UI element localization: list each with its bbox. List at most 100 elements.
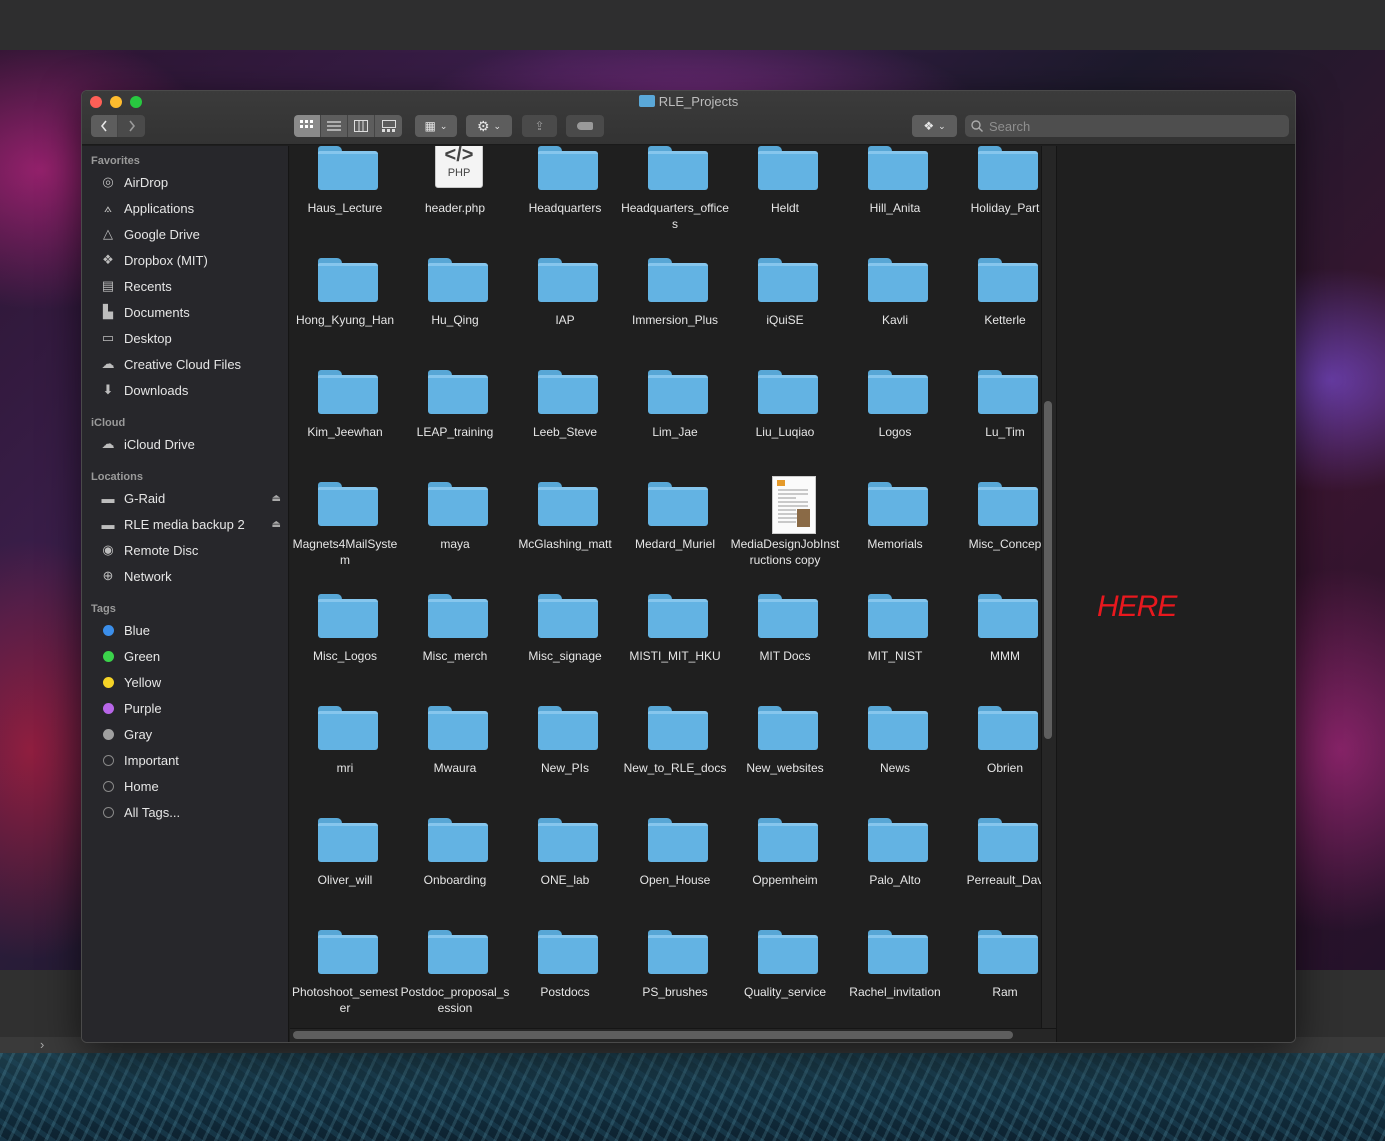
sidebar-item-downloads[interactable]: ⬇ Downloads — [82, 378, 289, 402]
share-button[interactable]: ⇪ — [522, 115, 557, 137]
group-by-button[interactable]: ▦ ⌄ — [415, 115, 457, 137]
file-item[interactable]: Heldt — [730, 146, 840, 254]
file-item[interactable]: MIT Docs — [730, 590, 840, 702]
file-item[interactable]: Quality_service — [730, 926, 840, 1034]
file-name-label: New_websites — [746, 761, 824, 775]
file-item[interactable]: Mwaura — [400, 702, 510, 814]
sidebar-item-g-raid[interactable]: ▬ G-Raid ⏏ — [82, 486, 289, 510]
file-item[interactable]: Postdocs — [510, 926, 620, 1034]
file-item[interactable]: MIT_NIST — [840, 590, 950, 702]
sidebar-item-tag-important[interactable]: Important — [82, 748, 289, 772]
file-item[interactable]: Kavli — [840, 254, 950, 366]
sidebar-item-airdrop[interactable]: ◎ AirDrop — [82, 170, 289, 194]
file-item[interactable]: MMM — [950, 590, 1048, 702]
icon-view-button[interactable] — [294, 115, 321, 137]
sidebar-item-tag-green[interactable]: Green — [82, 644, 289, 668]
file-item[interactable]: MediaDesignJobInstructions copy — [730, 476, 840, 590]
file-item[interactable]: Headquarters — [510, 146, 620, 254]
file-item[interactable]: Lim_Jae — [620, 366, 730, 478]
gallery-view-button[interactable] — [375, 115, 402, 137]
sidebar-item-rle-media-backup[interactable]: ▬ RLE media backup 2 ⏏ — [82, 512, 289, 536]
file-item[interactable]: Open_House — [620, 814, 730, 926]
file-item[interactable]: maya — [400, 478, 510, 590]
file-item[interactable]: Holiday_Part — [950, 146, 1048, 254]
sidebar-item-icloud-drive[interactable]: ☁ iCloud Drive — [82, 432, 289, 456]
vertical-scrollbar-thumb[interactable] — [1044, 401, 1052, 739]
recents-icon: ▤ — [101, 278, 115, 293]
file-item[interactable]: Ketterle — [950, 254, 1048, 366]
column-view-button[interactable] — [348, 115, 375, 137]
file-item[interactable]: Logos — [840, 366, 950, 478]
sidebar-item-tag-yellow[interactable]: Yellow — [82, 670, 289, 694]
search-field[interactable] — [965, 115, 1289, 137]
file-item[interactable]: PS_brushes — [620, 926, 730, 1034]
file-item[interactable]: ONE_lab — [510, 814, 620, 926]
sidebar-item-tag-gray[interactable]: Gray — [82, 722, 289, 746]
file-item[interactable]: Kim_Jeewhan — [290, 366, 400, 478]
sidebar-item-recents[interactable]: ▤ Recents — [82, 274, 289, 298]
tag-button[interactable] — [566, 115, 604, 137]
list-view-button[interactable] — [321, 115, 348, 137]
file-item[interactable]: Postdoc_proposal_session — [400, 926, 510, 1034]
file-item[interactable]: Immersion_Plus — [620, 254, 730, 366]
sidebar-item-desktop[interactable]: ▭ Desktop — [82, 326, 289, 350]
sidebar-item-network[interactable]: ⊕ Network — [82, 564, 289, 588]
file-item[interactable]: New_PIs — [510, 702, 620, 814]
file-item[interactable]: Liu_Luqiao — [730, 366, 840, 478]
file-item[interactable]: Memorials — [840, 478, 950, 590]
sidebar-item-tag-purple[interactable]: Purple — [82, 696, 289, 720]
file-item[interactable]: Ram — [950, 926, 1048, 1034]
file-item[interactable]: New_to_RLE_docs — [620, 702, 730, 814]
back-button[interactable] — [91, 115, 118, 137]
file-item[interactable]: Hu_Qing — [400, 254, 510, 366]
file-item[interactable]: Palo_Alto — [840, 814, 950, 926]
file-item[interactable]: Lu_Tim — [950, 366, 1048, 478]
file-item[interactable]: LEAP_training — [400, 366, 510, 478]
file-item[interactable]: New_websites — [730, 702, 840, 814]
sidebar-item-tag-home[interactable]: Home — [82, 774, 289, 798]
file-item[interactable]: McGlashing_matt — [510, 478, 620, 590]
file-item[interactable]: IAP — [510, 254, 620, 366]
file-item[interactable]: Oppemheim — [730, 814, 840, 926]
file-item[interactable]: </> PHP header.php — [400, 146, 510, 254]
file-item[interactable]: Misc_Concep — [950, 478, 1048, 590]
search-input[interactable] — [989, 118, 1269, 134]
file-item[interactable]: Oliver_will — [290, 814, 400, 926]
eject-icon[interactable]: ⏏ — [272, 493, 281, 504]
file-item[interactable]: MISTI_MIT_HKU — [620, 590, 730, 702]
file-item[interactable]: Headquarters_offices — [620, 146, 730, 254]
file-item[interactable]: Hill_Anita — [840, 146, 950, 254]
file-item[interactable]: mri — [290, 702, 400, 814]
file-item[interactable]: Haus_Lecture — [290, 146, 400, 254]
sidebar-item-applications[interactable]: ⟑ Applications — [82, 196, 289, 220]
sidebar-item-tag-blue[interactable]: Blue — [82, 618, 289, 642]
file-item[interactable]: Perreault_Dav — [950, 814, 1048, 926]
action-button[interactable]: ⚙ ⌄ — [466, 115, 512, 137]
file-item[interactable]: Onboarding — [400, 814, 510, 926]
sidebar-item-all-tags[interactable]: All Tags... — [82, 800, 289, 824]
sidebar-item-label: Documents — [124, 304, 190, 320]
file-item[interactable]: Magnets4MailSystem — [290, 478, 400, 590]
file-item[interactable]: Obrien — [950, 702, 1048, 814]
sidebar-item-creative-cloud[interactable]: ☁ Creative Cloud Files — [82, 352, 289, 376]
file-item[interactable]: iQuiSE — [730, 254, 840, 366]
file-name-label: Immersion_Plus — [631, 313, 719, 327]
forward-button[interactable] — [118, 115, 145, 137]
file-item[interactable]: Medard_Muriel — [620, 478, 730, 590]
file-item[interactable]: News — [840, 702, 950, 814]
sidebar-item-remote-disc[interactable]: ◉ Remote Disc — [82, 538, 289, 562]
horizontal-scrollbar-thumb[interactable] — [293, 1031, 1013, 1039]
file-item[interactable]: Rachel_invitation — [840, 926, 950, 1034]
file-item[interactable]: Leeb_Steve — [510, 366, 620, 478]
sidebar-item-google-drive[interactable]: △ Google Drive — [82, 222, 289, 246]
eject-icon[interactable]: ⏏ — [272, 519, 281, 530]
file-item[interactable]: Hong_Kyung_Han — [290, 254, 400, 366]
dropbox-button[interactable]: ❖ ⌄ — [912, 115, 957, 137]
chevron-right-icon[interactable]: › — [40, 1037, 44, 1052]
file-item[interactable]: Photoshoot_semester — [290, 926, 400, 1034]
file-item[interactable]: Misc_signage — [510, 590, 620, 702]
file-item[interactable]: Misc_Logos — [290, 590, 400, 702]
sidebar-item-dropbox[interactable]: ❖ Dropbox (MIT) — [82, 248, 289, 272]
sidebar-item-documents[interactable]: ▙ Documents — [82, 300, 289, 324]
file-item[interactable]: Misc_merch — [400, 590, 510, 702]
